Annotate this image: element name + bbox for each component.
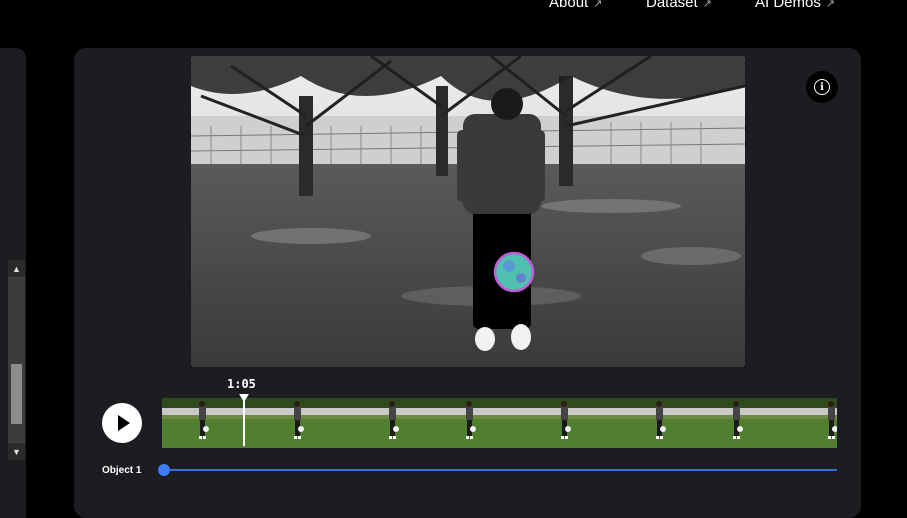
- object-track-line[interactable]: [162, 469, 837, 471]
- nav-link-label: About: [549, 0, 589, 11]
- timeline-frame-thumbnail[interactable]: [251, 398, 340, 448]
- external-arrow-icon: ↗: [593, 0, 603, 10]
- scrollbar[interactable]: ▲ ▼: [8, 260, 25, 460]
- video-editor-panel: i 1:05 Object 1: [74, 48, 861, 518]
- chevron-down-icon[interactable]: ▼: [8, 443, 25, 460]
- nav-link-label: AI Demos: [755, 0, 821, 11]
- playhead-line: [243, 400, 245, 446]
- timeline-frame-thumbnail[interactable]: [607, 398, 696, 448]
- nav-link-label: Dataset: [646, 0, 698, 11]
- info-button[interactable]: i: [806, 71, 838, 103]
- nav-link-ai-demos[interactable]: AI Demos ↗: [755, 0, 835, 11]
- timeline-frame-thumbnail[interactable]: [162, 398, 251, 448]
- object-track-label: Object 1: [102, 465, 142, 476]
- timeline-frame-thumbnail[interactable]: [518, 398, 607, 448]
- nav-link-about[interactable]: About ↗: [549, 0, 602, 11]
- chevron-up-icon[interactable]: ▲: [8, 260, 25, 277]
- timeline-frame-thumbnail[interactable]: [696, 398, 785, 448]
- timeline-playhead[interactable]: [239, 394, 249, 448]
- timeline-frame-thumbnail[interactable]: [785, 398, 837, 448]
- video-preview[interactable]: [191, 56, 745, 367]
- scroll-thumb[interactable]: [11, 364, 22, 424]
- play-button[interactable]: [102, 403, 142, 443]
- nav-link-dataset[interactable]: Dataset ↗: [646, 0, 712, 11]
- timeline-filmstrip[interactable]: [162, 398, 837, 448]
- timeline-frame-thumbnail[interactable]: [340, 398, 429, 448]
- external-arrow-icon: ↗: [702, 0, 712, 10]
- info-icon: i: [814, 79, 830, 95]
- object-keyframe-dot[interactable]: [158, 464, 170, 476]
- current-time-label: 1:05: [227, 377, 256, 391]
- play-icon: [118, 415, 130, 431]
- video-frame-image: [191, 56, 745, 367]
- timeline-frame-thumbnail[interactable]: [429, 398, 518, 448]
- external-arrow-icon: ↗: [825, 0, 836, 10]
